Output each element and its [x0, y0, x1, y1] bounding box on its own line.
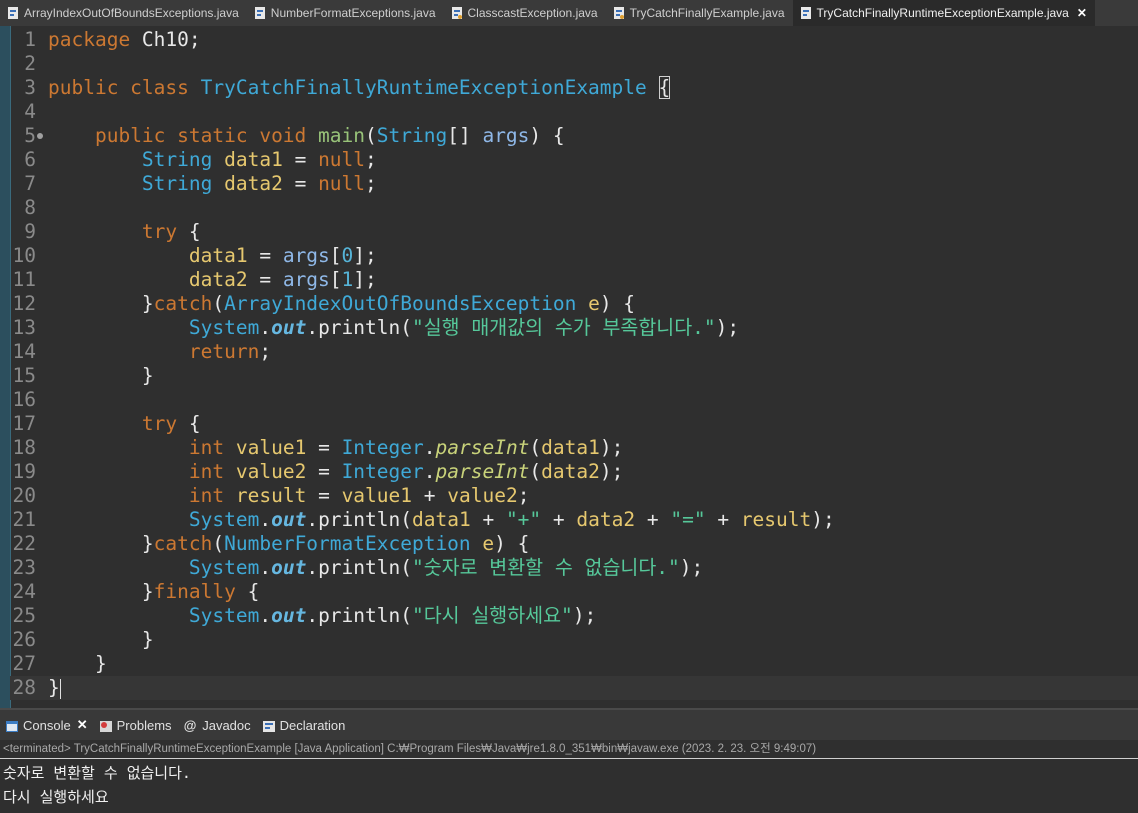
line-number: 27: [12, 652, 36, 675]
console-output-line: 숫자로 변환할 수 없습니다.: [3, 764, 191, 782]
line-number: 6: [24, 148, 36, 171]
line-number: 23: [12, 556, 36, 579]
console-tab-bar: Console ✕ Problems @ Javadoc Declaration: [0, 708, 1138, 740]
declaration-icon: [262, 720, 275, 732]
code-line: 18 int value1 = Integer.parseInt(data1);: [10, 436, 1138, 460]
line-number: 9: [24, 220, 36, 243]
line-number: 13: [12, 316, 36, 339]
console-icon: [6, 720, 18, 732]
tab-label: Problems: [116, 717, 172, 733]
line-number: 7: [24, 172, 36, 195]
code-line: 12 }catch(ArrayIndexOutOfBoundsException…: [10, 292, 1138, 316]
line-number: 17: [12, 412, 36, 435]
code-line: 2: [10, 52, 1138, 76]
problems-icon: [99, 720, 112, 732]
line-number: 15: [12, 364, 36, 387]
code-line: 20 int result = value1 + value2;: [10, 484, 1138, 508]
line-number: 21: [12, 508, 36, 531]
line-number: 19: [12, 460, 36, 483]
java-file-icon: [254, 7, 265, 19]
code-line: 19 int value2 = Integer.parseInt(data2);: [10, 460, 1138, 484]
code-line: 16: [10, 388, 1138, 412]
string-literal: "다시 실행하세요": [412, 604, 573, 627]
line-number: 24: [12, 580, 36, 603]
tab-classcastexception[interactable]: ClasscastException.java: [444, 0, 606, 26]
code-line: 5 public static void main(String[] args)…: [10, 124, 1138, 148]
line-number: 12: [12, 292, 36, 315]
tab-label: Javadoc: [202, 717, 251, 733]
code-line: 21 System.out.println(data1 + "+" + data…: [10, 508, 1138, 532]
code-editor[interactable]: 1 package Ch10; 2 3 public class TryCatchF…: [0, 26, 1138, 708]
code-line: 27 }: [10, 652, 1138, 676]
code-line-current: 28}: [10, 676, 1138, 700]
java-file-icon: [800, 7, 811, 19]
code-line: 11 data2 = args[1];: [10, 268, 1138, 292]
line-number: 20: [12, 484, 36, 507]
code-line: 26 }: [10, 628, 1138, 652]
code-line: 9 try {: [10, 220, 1138, 244]
code-line: 3 public class TryCatchFinallyRuntimeExce…: [10, 76, 1138, 100]
tab-numberformatexceptions[interactable]: NumberFormatExceptions.java: [247, 0, 444, 26]
tab-console[interactable]: Console ✕: [6, 717, 88, 733]
code-line: 17 try {: [10, 412, 1138, 436]
line-number: 4: [24, 100, 36, 123]
code-line: 4: [10, 100, 1138, 124]
tab-label: TryCatchFinallyExample.java: [629, 6, 785, 20]
line-number: 2: [24, 52, 36, 75]
tab-trycatchfinallyruntimeexceptionexample[interactable]: TryCatchFinallyRuntimeExceptionExample.j…: [792, 0, 1095, 26]
string-literal: "실행 매개값의 수가 부족합니다.": [412, 316, 716, 339]
line-number: 14: [12, 340, 36, 363]
javadoc-icon: @: [183, 717, 197, 733]
code-line: 10 data1 = args[0];: [10, 244, 1138, 268]
line-number: 1: [24, 28, 36, 51]
line-number: 10: [12, 244, 36, 267]
tab-label: NumberFormatExceptions.java: [270, 6, 436, 20]
console-output-line: 다시 실행하세요: [3, 788, 109, 806]
code-line: 15 }: [10, 364, 1138, 388]
line-number: 16: [12, 388, 36, 411]
fold-marker-icon[interactable]: [37, 133, 43, 139]
tab-label: TryCatchFinallyRuntimeExceptionExample.j…: [816, 6, 1069, 20]
close-console-icon[interactable]: ✕: [77, 717, 88, 733]
string-literal: "숫자로 변환할 수 없습니다.": [412, 556, 680, 579]
editor-tab-bar: ArrayIndexOutOfBoundsExceptions.java Num…: [0, 0, 1138, 26]
tab-declaration[interactable]: Declaration: [262, 717, 346, 733]
tab-javadoc[interactable]: @ Javadoc: [184, 718, 251, 733]
code-line: 25 System.out.println("다시 실행하세요");: [10, 604, 1138, 628]
tab-arrayindexoutofboundsexceptions[interactable]: ArrayIndexOutOfBoundsExceptions.java: [0, 0, 247, 26]
tab-label: Console: [23, 717, 71, 733]
code-line: 22 }catch(NumberFormatException e) {: [10, 532, 1138, 556]
tab-problems[interactable]: Problems: [99, 717, 172, 733]
java-file-icon: [613, 7, 624, 19]
code-line: 14 return;: [10, 340, 1138, 364]
tab-label: Declaration: [279, 717, 346, 733]
line-number: 11: [12, 268, 36, 291]
tab-label: ClasscastException.java: [467, 6, 598, 20]
string-literal: "=": [670, 508, 706, 531]
line-number: 25: [12, 604, 36, 627]
line-number: 3: [24, 76, 36, 99]
string-literal: "+": [505, 508, 542, 531]
line-number: 28: [12, 676, 36, 699]
tab-trycatchfinallyexample[interactable]: TryCatchFinallyExample.java: [606, 0, 793, 26]
code-line: 24 }finally {: [10, 580, 1138, 604]
tab-label: ArrayIndexOutOfBoundsExceptions.java: [24, 6, 239, 20]
code-line: 13 System.out.println("실행 매개값의 수가 부족합니다.…: [10, 316, 1138, 340]
line-number: 22: [12, 532, 36, 555]
code-line: 8: [10, 196, 1138, 220]
java-file-icon: [8, 7, 18, 19]
line-number: 18: [12, 436, 36, 459]
java-file-icon: [451, 7, 462, 19]
line-number: 8: [24, 196, 36, 219]
code-line: 1 package Ch10;: [10, 28, 1138, 52]
code-line: 7 String data2 = null;: [10, 172, 1138, 196]
console-status: <terminated> TryCatchFinallyRuntimeExcep…: [0, 740, 1138, 759]
line-number: 5: [24, 124, 36, 147]
text-caret: [59, 678, 61, 699]
code-line: 6 String data1 = null;: [10, 148, 1138, 172]
line-number: 26: [12, 628, 36, 651]
close-tab-icon[interactable]: ✕: [1077, 6, 1087, 20]
code-line: 23 System.out.println("숫자로 변환할 수 없습니다.")…: [10, 556, 1138, 580]
